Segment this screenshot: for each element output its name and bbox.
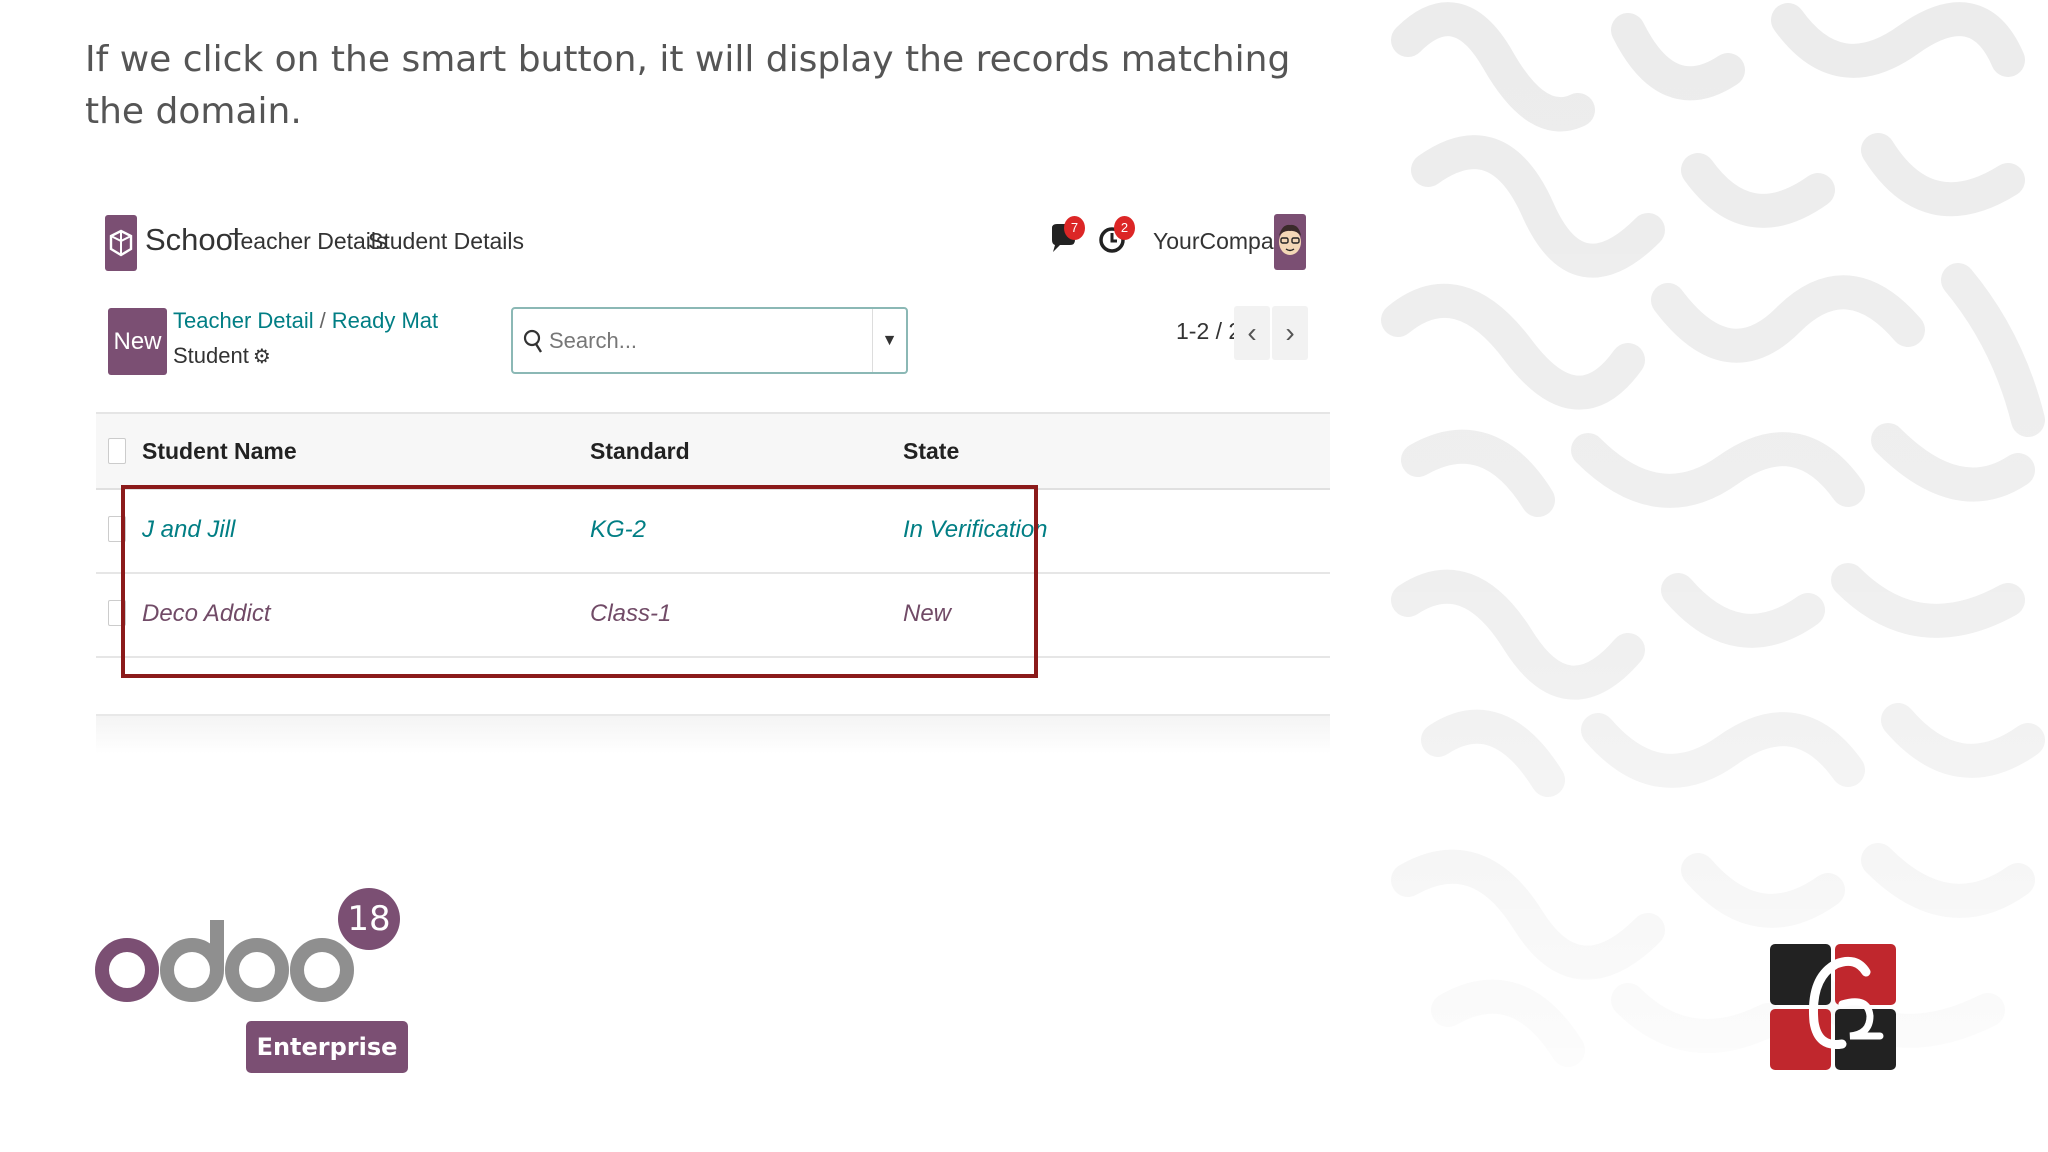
control-panel: New Teacher Detail/Ready Mat Student⚙ ▼ …: [96, 296, 1330, 406]
search-icon: [523, 329, 543, 360]
search-bar: ▼: [511, 307, 908, 374]
search-options-toggle[interactable]: ▼: [872, 309, 906, 372]
list-footer-shade: [96, 716, 1330, 754]
messages-icon[interactable]: 7: [1048, 216, 1088, 262]
table-row[interactable]: Deco Addict Class-1 New: [96, 574, 1330, 658]
column-state[interactable]: State: [903, 438, 959, 465]
search-input[interactable]: [549, 325, 849, 357]
app-name[interactable]: School: [145, 222, 240, 258]
cell-state: In Verification: [903, 516, 1048, 543]
pager-value[interactable]: 1-2 / 2: [1176, 318, 1241, 345]
cell-state: New: [903, 600, 952, 627]
row-checkbox[interactable]: [108, 516, 126, 542]
cell-student-name: Deco Addict: [142, 600, 271, 627]
pager-previous-button[interactable]: ‹: [1234, 306, 1270, 360]
cell-standard: Class-1: [590, 600, 672, 627]
cell-standard: KG-2: [590, 516, 647, 543]
list-header: Student Name Standard State: [96, 412, 1330, 490]
new-button[interactable]: New: [108, 308, 167, 375]
table-row[interactable]: J and Jill KG-2 In Verification: [96, 490, 1330, 574]
pager-next-button[interactable]: ›: [1272, 306, 1308, 360]
column-student-name[interactable]: Student Name: [142, 438, 297, 465]
column-standard[interactable]: Standard: [590, 438, 690, 465]
messages-count-badge: 7: [1064, 216, 1085, 240]
version-badge: 18: [338, 888, 400, 950]
school-app-icon[interactable]: [105, 215, 137, 271]
activities-count-badge: 2: [1114, 216, 1135, 240]
breadcrumb-teacher-detail[interactable]: Teacher Detail: [173, 308, 314, 333]
student-list: Student Name Standard State J and Jill K…: [96, 412, 1330, 754]
current-view-title: Student: [173, 343, 249, 368]
top-navbar: School Teacher Details Student Details 7…: [96, 200, 1330, 286]
activities-clock-icon[interactable]: 2: [1098, 216, 1138, 262]
breadcrumb-separator: /: [319, 308, 326, 333]
cell-student-name: J and Jill: [142, 516, 236, 543]
menu-student-details[interactable]: Student Details: [368, 228, 524, 255]
menu-teacher-details[interactable]: Teacher Details: [229, 228, 388, 255]
odoo-app-screenshot: School Teacher Details Student Details 7…: [96, 200, 1330, 780]
edition-badge: Enterprise: [246, 1021, 408, 1073]
breadcrumb: Teacher Detail / Ready Mat: [173, 308, 438, 334]
breadcrumb-current: Student ⚙: [173, 343, 271, 369]
slide-caption: If we click on the smart button, it will…: [85, 39, 1291, 132]
breadcrumb-ready-mat[interactable]: Ready Mat: [332, 308, 438, 333]
gear-icon[interactable]: ⚙: [253, 344, 271, 369]
odoo-logo: [94, 910, 354, 1020]
row-checkbox[interactable]: [108, 600, 126, 626]
list-empty-area: [96, 658, 1330, 716]
select-all-checkbox[interactable]: [108, 438, 126, 464]
decorative-pattern: [1368, 0, 2048, 1070]
user-avatar[interactable]: [1274, 214, 1306, 270]
company-logo: [1770, 944, 1896, 1070]
